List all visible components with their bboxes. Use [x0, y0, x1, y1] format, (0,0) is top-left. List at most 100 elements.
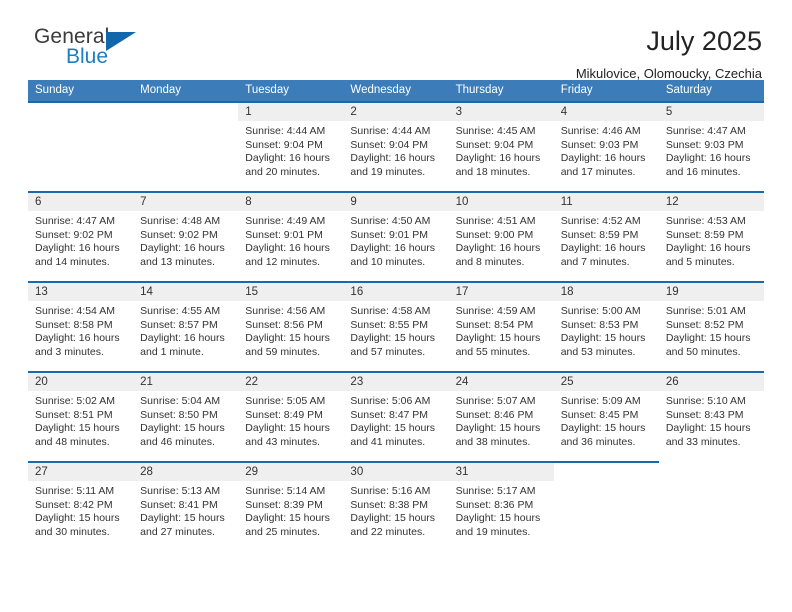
day-cell[interactable]: 25 Sunrise: 5:09 AM Sunset: 8:45 PM Dayl…: [553, 373, 659, 461]
weekday-wednesday: Wednesday: [350, 84, 411, 96]
day-number: 20: [28, 373, 134, 391]
calendar-page: General Blue July 2025 Mikulovice, Olomo…: [0, 0, 792, 612]
day-cell[interactable]: 24 Sunrise: 5:07 AM Sunset: 8:46 PM Dayl…: [448, 373, 554, 461]
daylight-text: Daylight: 15 hours and 22 minutes.: [350, 512, 436, 538]
sunrise-text: Sunrise: 4:47 AM: [35, 215, 115, 227]
day-details: Sunrise: 5:00 AM Sunset: 8:53 PM Dayligh…: [554, 301, 659, 359]
sunrise-text: Sunrise: 5:17 AM: [455, 485, 536, 497]
day-details: Sunrise: 4:55 AM Sunset: 8:57 PM Dayligh…: [133, 301, 238, 359]
sunset-text: Sunset: 9:00 PM: [455, 228, 534, 241]
day-details: Sunrise: 5:02 AM Sunset: 8:51 PM Dayligh…: [28, 391, 133, 449]
sunrise-text: Sunrise: 4:46 AM: [560, 125, 641, 137]
day-cell[interactable]: 2 Sunrise: 4:44 AM Sunset: 9:04 PM Dayli…: [343, 103, 449, 191]
sunset-text: Sunset: 8:45 PM: [560, 408, 639, 421]
day-cell[interactable]: 15 Sunrise: 4:56 AM Sunset: 8:56 PM Dayl…: [238, 283, 344, 371]
daylight-text: Daylight: 15 hours and 38 minutes.: [455, 422, 541, 448]
day-number: 8: [238, 193, 344, 211]
daylight-text: Daylight: 15 hours and 55 minutes.: [455, 332, 541, 358]
day-cell[interactable]: 4 Sunrise: 4:46 AM Sunset: 9:03 PM Dayli…: [553, 103, 659, 191]
sunrise-text: Sunrise: 4:51 AM: [455, 215, 536, 227]
daylight-text: Daylight: 15 hours and 48 minutes.: [35, 422, 120, 448]
day-cell[interactable]: 26 Sunrise: 5:10 AM Sunset: 8:43 PM Dayl…: [658, 373, 764, 461]
day-cell[interactable]: 10 Sunrise: 4:51 AM Sunset: 9:00 PM Dayl…: [448, 193, 554, 281]
sunrise-text: Sunrise: 4:53 AM: [665, 215, 746, 227]
day-cell[interactable]: 13 Sunrise: 4:54 AM Sunset: 8:58 PM Dayl…: [28, 283, 134, 371]
day-cell[interactable]: 11 Sunrise: 4:52 AM Sunset: 8:59 PM Dayl…: [553, 193, 659, 281]
daylight-text: Daylight: 15 hours and 27 minutes.: [140, 512, 225, 538]
day-details: Sunrise: 4:45 AM Sunset: 9:04 PM Dayligh…: [449, 121, 554, 179]
day-number: 26: [658, 373, 764, 391]
day-cell[interactable]: 18 Sunrise: 5:00 AM Sunset: 8:53 PM Dayl…: [553, 283, 659, 371]
day-details: Sunrise: 5:14 AM Sunset: 8:39 PM Dayligh…: [238, 481, 343, 539]
day-details: Sunrise: 4:44 AM Sunset: 9:04 PM Dayligh…: [343, 121, 448, 179]
day-cell[interactable]: 7 Sunrise: 4:48 AM Sunset: 9:02 PM Dayli…: [133, 193, 239, 281]
day-details: Sunrise: 5:16 AM Sunset: 8:38 PM Dayligh…: [343, 481, 448, 539]
day-cell[interactable]: 21 Sunrise: 5:04 AM Sunset: 8:50 PM Dayl…: [133, 373, 239, 461]
sunset-text: Sunset: 8:58 PM: [35, 318, 113, 331]
sunrise-text: Sunrise: 4:44 AM: [245, 125, 326, 137]
day-number: [133, 103, 238, 121]
sunrise-text: Sunrise: 5:09 AM: [560, 395, 641, 407]
day-cell[interactable]: 1 Sunrise: 4:44 AM Sunset: 9:04 PM Dayli…: [238, 103, 344, 191]
sunset-text: Sunset: 8:49 PM: [245, 408, 323, 421]
day-number: 31: [448, 463, 554, 481]
day-details: Sunrise: 5:05 AM Sunset: 8:49 PM Dayligh…: [238, 391, 343, 449]
daylight-text: Daylight: 15 hours and 43 minutes.: [245, 422, 330, 448]
day-details: Sunrise: 4:56 AM Sunset: 8:56 PM Dayligh…: [238, 301, 343, 359]
day-cell[interactable]: 6 Sunrise: 4:47 AM Sunset: 9:02 PM Dayli…: [28, 193, 134, 281]
daylight-text: Daylight: 16 hours and 19 minutes.: [350, 152, 436, 178]
daylight-text: Daylight: 16 hours and 7 minutes.: [560, 242, 646, 268]
day-cell[interactable]: 16 Sunrise: 4:58 AM Sunset: 8:55 PM Dayl…: [343, 283, 449, 371]
daylight-text: Daylight: 16 hours and 10 minutes.: [350, 242, 436, 268]
day-cell[interactable]: 31 Sunrise: 5:17 AM Sunset: 8:36 PM Dayl…: [448, 463, 554, 551]
day-cell[interactable]: 28 Sunrise: 5:13 AM Sunset: 8:41 PM Dayl…: [133, 463, 239, 551]
day-cell[interactable]: 14 Sunrise: 4:55 AM Sunset: 8:57 PM Dayl…: [133, 283, 239, 371]
day-cell[interactable]: 17 Sunrise: 4:59 AM Sunset: 8:54 PM Dayl…: [448, 283, 554, 371]
day-cell[interactable]: 3 Sunrise: 4:45 AM Sunset: 9:04 PM Dayli…: [448, 103, 554, 191]
day-cell[interactable]: 22 Sunrise: 5:05 AM Sunset: 8:49 PM Dayl…: [238, 373, 344, 461]
calendar-week-row: 20 Sunrise: 5:02 AM Sunset: 8:51 PM Dayl…: [28, 371, 764, 461]
day-cell[interactable]: 20 Sunrise: 5:02 AM Sunset: 8:51 PM Dayl…: [28, 373, 134, 461]
day-number: 5: [658, 103, 764, 121]
daylight-text: Daylight: 16 hours and 5 minutes.: [665, 242, 751, 268]
day-number: 4: [553, 103, 659, 121]
day-cell[interactable]: 9 Sunrise: 4:50 AM Sunset: 9:01 PM Dayli…: [343, 193, 449, 281]
weekday-thursday: Thursday: [455, 84, 504, 96]
weekday-tuesday: Tuesday: [245, 84, 289, 96]
calendar-grid: Sunday Monday Tuesday Wednesday Thursday…: [28, 80, 764, 551]
day-details: Sunrise: 5:11 AM Sunset: 8:42 PM Dayligh…: [28, 481, 133, 539]
daylight-text: Daylight: 16 hours and 16 minutes.: [665, 152, 751, 178]
daylight-text: Daylight: 15 hours and 25 minutes.: [245, 512, 330, 538]
day-cell[interactable]: 30 Sunrise: 5:16 AM Sunset: 8:38 PM Dayl…: [343, 463, 449, 551]
daylight-text: Daylight: 15 hours and 36 minutes.: [560, 422, 646, 448]
sunrise-text: Sunrise: 5:01 AM: [665, 305, 746, 317]
day-details: Sunrise: 4:46 AM Sunset: 9:03 PM Dayligh…: [554, 121, 659, 179]
day-cell[interactable]: 27 Sunrise: 5:11 AM Sunset: 8:42 PM Dayl…: [28, 463, 134, 551]
sunrise-text: Sunrise: 4:59 AM: [455, 305, 536, 317]
sunrise-text: Sunrise: 4:50 AM: [350, 215, 431, 227]
day-cell[interactable]: 29 Sunrise: 5:14 AM Sunset: 8:39 PM Dayl…: [238, 463, 344, 551]
day-cell[interactable]: 5 Sunrise: 4:47 AM Sunset: 9:03 PM Dayli…: [658, 103, 764, 191]
day-cell[interactable]: 23 Sunrise: 5:06 AM Sunset: 8:47 PM Dayl…: [343, 373, 449, 461]
calendar-week-row: 27 Sunrise: 5:11 AM Sunset: 8:42 PM Dayl…: [28, 461, 764, 551]
sunrise-text: Sunrise: 4:58 AM: [350, 305, 431, 317]
day-cell[interactable]: 12 Sunrise: 4:53 AM Sunset: 8:59 PM Dayl…: [658, 193, 764, 281]
day-number: 1: [238, 103, 344, 121]
day-details: Sunrise: 4:58 AM Sunset: 8:55 PM Dayligh…: [343, 301, 448, 359]
sunset-text: Sunset: 8:55 PM: [350, 318, 429, 331]
day-cell[interactable]: 8 Sunrise: 4:49 AM Sunset: 9:01 PM Dayli…: [238, 193, 344, 281]
day-number: [659, 463, 764, 481]
sunset-text: Sunset: 9:02 PM: [140, 228, 218, 241]
day-number: 28: [133, 463, 239, 481]
calendar-week-row: 6 Sunrise: 4:47 AM Sunset: 9:02 PM Dayli…: [28, 191, 764, 281]
sunrise-text: Sunrise: 4:55 AM: [140, 305, 221, 317]
daylight-text: Daylight: 15 hours and 30 minutes.: [35, 512, 120, 538]
daylight-text: Daylight: 15 hours and 50 minutes.: [665, 332, 751, 358]
day-cell[interactable]: 19 Sunrise: 5:01 AM Sunset: 8:52 PM Dayl…: [658, 283, 764, 371]
day-details: Sunrise: 5:09 AM Sunset: 8:45 PM Dayligh…: [554, 391, 659, 449]
sunset-text: Sunset: 8:43 PM: [665, 408, 744, 421]
day-cell: [659, 463, 764, 551]
sunset-text: Sunset: 8:42 PM: [35, 498, 113, 511]
weekday-monday: Monday: [140, 84, 182, 96]
brand-logo[interactable]: General Blue: [28, 26, 168, 74]
